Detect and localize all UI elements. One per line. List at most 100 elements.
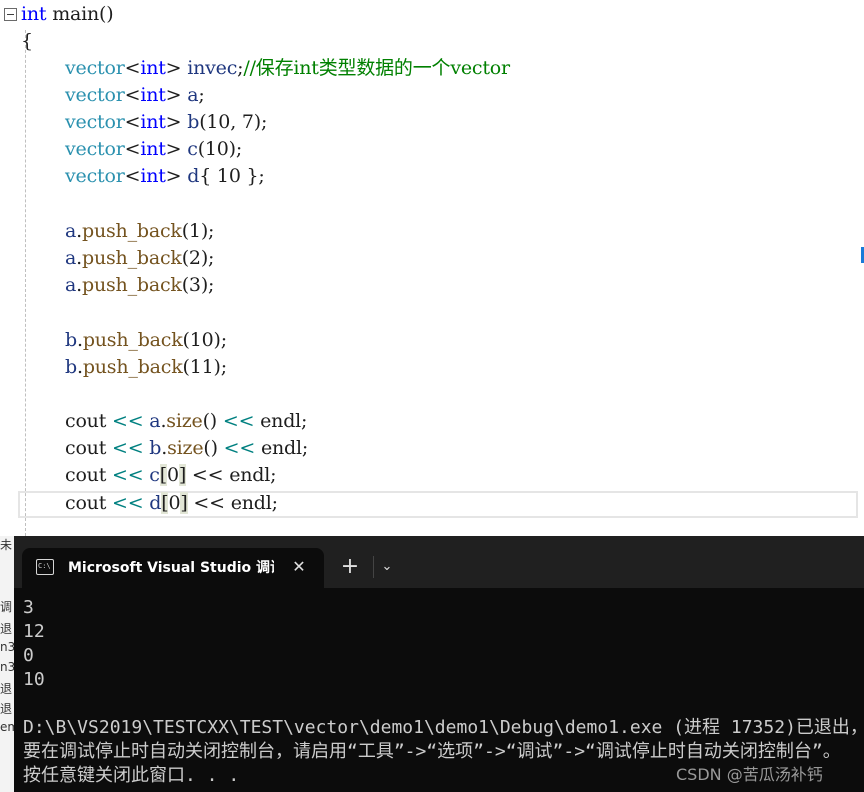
code-token: d	[187, 165, 200, 187]
code-token: <	[124, 165, 141, 187]
debug-console-window[interactable]: Microsoft Visual Studio 调试控制台 ✕ + ⌄ 3 12…	[14, 536, 864, 792]
code-token: int	[140, 165, 166, 187]
code-token: <<	[112, 492, 144, 514]
code-token: ]	[180, 492, 188, 514]
code-line: vector<int> a;	[65, 82, 205, 109]
code-line: vector<int> invec;//保存int类型数据的一个vector	[65, 55, 510, 82]
console-titlebar[interactable]: Microsoft Visual Studio 调试控制台 ✕ + ⌄	[14, 536, 864, 588]
code-token: d	[149, 492, 162, 514]
code-token: (11);	[182, 356, 228, 378]
code-line: vector<int> b(10, 7);	[65, 109, 267, 136]
indent-guide	[25, 30, 26, 536]
code-token: {	[21, 30, 33, 52]
panel-text-fragment: 退	[0, 622, 13, 636]
code-token: ;	[198, 84, 205, 106]
code-token: << endl;	[187, 492, 278, 514]
code-token: b	[187, 111, 200, 133]
code-line: cout << b.size() << endl;	[65, 435, 308, 462]
code-line: vector<int> d{ 10 };	[65, 163, 265, 190]
code-token: (1);	[181, 220, 215, 242]
panel-text-fragment: 退	[0, 682, 13, 696]
console-output-line: 按任意键关闭此窗口. . .	[23, 765, 240, 786]
code-line: cout << a.size() << endl;	[65, 408, 307, 435]
code-token: int	[140, 111, 166, 133]
code-token: vector	[65, 111, 125, 133]
code-token: int	[140, 138, 166, 160]
code-token: ()	[202, 410, 223, 432]
code-line: a.push_back(3);	[65, 272, 214, 299]
code-token: endl;	[254, 410, 308, 432]
code-token: <	[124, 57, 141, 79]
code-token: 0	[168, 492, 181, 514]
code-token: <<	[112, 437, 144, 459]
terminal-icon	[36, 559, 54, 575]
console-output-line: D:\B\VS2019\TESTCXX\TEST\vector\demo1\de…	[23, 717, 864, 738]
tab-debug-console[interactable]: Microsoft Visual Studio 调试控制台 ✕	[22, 548, 324, 588]
code-token: >	[165, 111, 188, 133]
code-token: invec	[187, 57, 238, 79]
code-token: <<	[112, 410, 144, 432]
code-token: vector	[65, 165, 125, 187]
code-token: push_back	[81, 247, 182, 269]
watermark: CSDN @苦瓜汤补钙	[676, 765, 823, 784]
code-token: push_back	[82, 356, 183, 378]
code-token: (3);	[181, 274, 215, 296]
code-token: int	[140, 84, 166, 106]
code-token: >	[165, 57, 188, 79]
panel-text-fragment: 退	[0, 702, 13, 716]
code-token: size	[167, 437, 204, 459]
code-token: (2);	[181, 247, 215, 269]
code-token: 0	[166, 464, 179, 486]
code-token: vector	[65, 57, 125, 79]
code-token: >	[165, 165, 188, 187]
chevron-down-icon[interactable]: ⌄	[376, 554, 398, 580]
code-token: >	[165, 84, 188, 106]
code-token: << endl;	[186, 464, 277, 486]
code-token: endl;	[255, 437, 309, 459]
console-output-line: 10	[23, 669, 45, 690]
code-token: //保存int类型数据的一个vector	[243, 57, 510, 79]
code-token: cout	[65, 437, 112, 459]
code-token: >	[165, 138, 188, 160]
code-token: (10);	[182, 329, 228, 351]
code-line: cout << c[0] << endl;	[65, 462, 277, 489]
code-token: push_back	[81, 220, 182, 242]
tab-title: Microsoft Visual Studio 调试控制台	[68, 560, 274, 576]
code-token: b	[149, 437, 162, 459]
collapse-toggle-icon[interactable]	[4, 8, 17, 21]
code-line: a.push_back(2);	[65, 245, 214, 272]
panel-text-fragment: 未	[0, 538, 13, 552]
code-token: a	[65, 247, 77, 269]
code-line: int main()	[21, 1, 114, 28]
code-line: {	[21, 28, 33, 55]
code-token: [	[159, 464, 167, 486]
console-output-line: 12	[23, 621, 45, 642]
new-tab-button[interactable]: +	[337, 554, 363, 580]
close-tab-button[interactable]: ✕	[288, 556, 310, 578]
code-token: <<	[222, 410, 255, 432]
code-token: <	[124, 84, 141, 106]
code-token: <	[124, 138, 141, 160]
code-token: c	[149, 464, 160, 486]
code-line: cout << d[0] << endl;	[65, 490, 278, 517]
titlebar-divider	[373, 556, 374, 578]
code-token: <<	[112, 464, 144, 486]
code-editor[interactable]: int main(){vector<int> invec;//保存int类型数据…	[0, 0, 864, 536]
console-output-line: 0	[23, 645, 34, 666]
code-line: b.push_back(10);	[65, 327, 227, 354]
code-token: ()	[203, 437, 224, 459]
code-token: b	[65, 329, 77, 351]
panel-text-fragment: em	[0, 720, 14, 734]
code-token: (10, 7);	[199, 111, 268, 133]
code-line: a.push_back(1);	[65, 218, 214, 245]
code-token: int	[21, 3, 47, 25]
code-token: <<	[223, 437, 256, 459]
console-output-line: 3	[23, 597, 34, 618]
code-token: cout	[65, 410, 112, 432]
code-token: cout	[65, 492, 112, 514]
code-token: vector	[65, 138, 125, 160]
code-token: (10);	[197, 138, 243, 160]
code-token: a	[187, 84, 199, 106]
code-line: vector<int> c(10);	[65, 136, 242, 163]
code-token: a	[149, 410, 161, 432]
